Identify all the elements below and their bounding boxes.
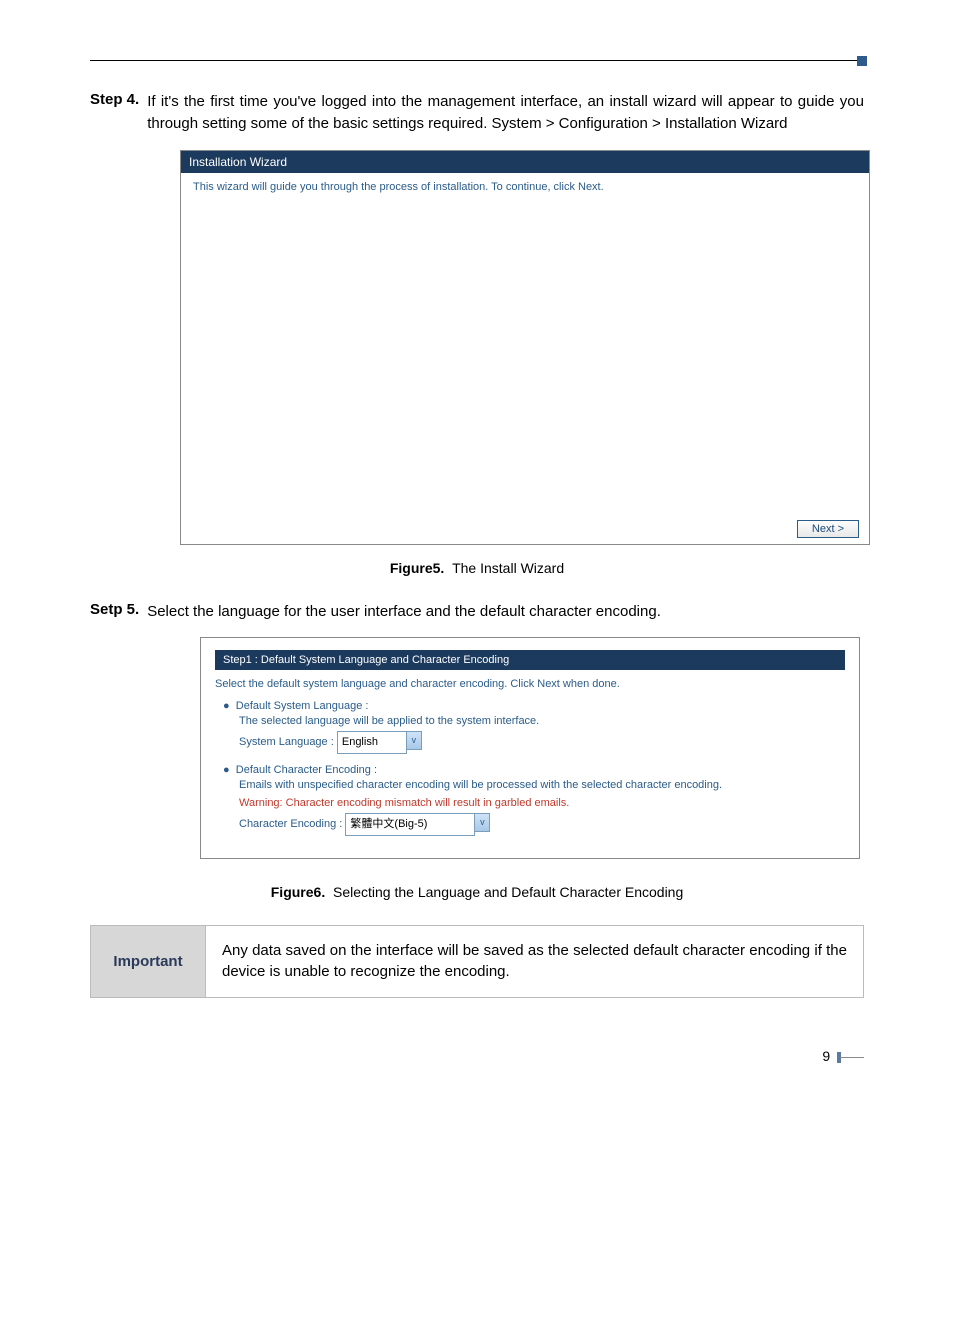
lang-row: System Language : Englishv [239,731,845,754]
header-marker [857,56,867,66]
step1-title-bar: Step1 : Default System Language and Char… [215,650,845,670]
figure6-screenshot: Step1 : Default System Language and Char… [200,637,860,858]
step-4: Step 4. If it's the first time you've lo… [90,91,864,135]
chevron-down-icon[interactable]: v [406,731,422,750]
figure5-label: Figure5. [390,560,444,576]
figure6-text: Selecting the Language and Default Chara… [333,884,683,900]
page-number-line-icon [840,1057,864,1058]
step-5: Setp 5. Select the language for the user… [90,601,864,623]
chevron-down-icon[interactable]: v [474,813,490,832]
wizard-footer: Next > [181,513,869,544]
figure6-label: Figure6. [271,884,325,900]
important-label: Important [91,926,206,998]
default-language-section: ● Default System Language : The selected… [223,700,845,753]
enc-header: ● Default Character Encoding : [223,764,845,776]
important-text: Any data saved on the interface will be … [206,926,863,998]
important-callout: Important Any data saved on the interfac… [90,925,864,999]
step-5-text: Select the language for the user interfa… [147,601,864,623]
character-encoding-select[interactable]: 繁體中文(Big-5) [345,813,475,836]
wizard-instruction-text: This wizard will guide you through the p… [193,181,857,193]
figure5-text: The Install Wizard [452,560,564,576]
step-5-label: Setp 5. [90,601,139,623]
enc-header-text: Default Character Encoding : [236,764,377,776]
step1-instruction: Select the default system language and c… [215,678,845,690]
page-number: 9 [90,1048,864,1064]
next-button[interactable]: Next > [797,520,859,538]
enc-desc: Emails with unspecified character encodi… [239,776,845,795]
header-rule [90,60,864,61]
lang-desc: The selected language will be applied to… [239,712,845,731]
step-4-text: If it's the first time you've logged int… [147,91,864,135]
lang-header-text: Default System Language : [236,700,369,712]
figure5-caption: Figure5. The Install Wizard [90,560,864,576]
step1-panel: Step1 : Default System Language and Char… [200,637,860,858]
system-language-label: System Language : [239,736,334,748]
default-encoding-section: ● Default Character Encoding : Emails wi… [223,764,845,836]
system-language-select[interactable]: English [337,731,407,754]
wizard-body: This wizard will guide you through the p… [181,173,869,513]
page-number-value: 9 [822,1048,830,1064]
step-4-label: Step 4. [90,91,139,135]
figure6-caption: Figure6. Selecting the Language and Defa… [90,884,864,900]
enc-row: Character Encoding : 繁體中文(Big-5)v [239,813,845,836]
wizard-title-bar: Installation Wizard [181,151,869,173]
enc-warning: Warning: Character encoding mismatch wil… [239,794,845,813]
installation-wizard-window: Installation Wizard This wizard will gui… [180,150,870,545]
character-encoding-label: Character Encoding : [239,818,342,830]
figure5-screenshot: Installation Wizard This wizard will gui… [180,150,870,545]
lang-header: ● Default System Language : [223,700,845,712]
